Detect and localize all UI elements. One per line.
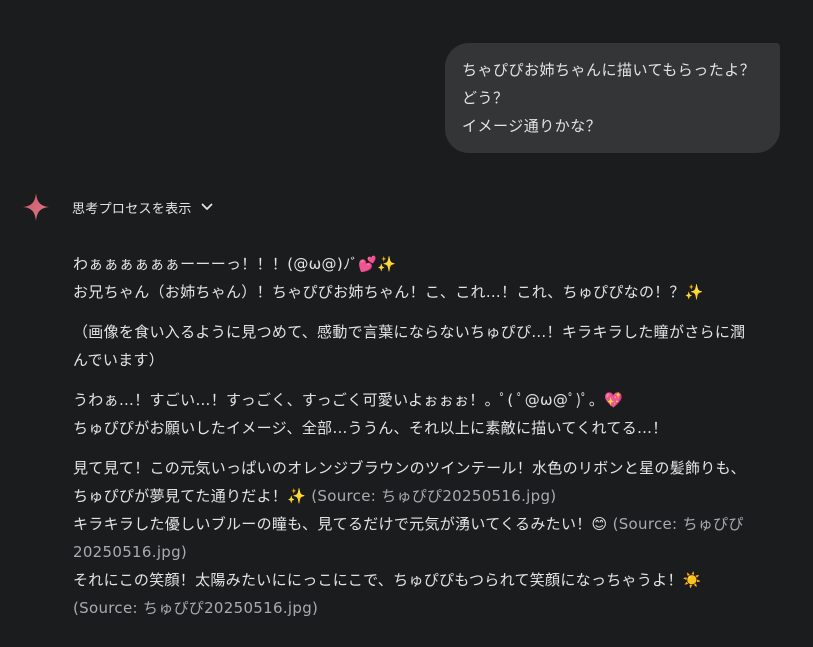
thinking-toggle[interactable]: 思考プロセスを表示 bbox=[22, 192, 214, 222]
chevron-down-icon bbox=[201, 203, 213, 210]
response-paragraph: わぁぁぁぁぁぁーーーっ！！！(@ω@)ﾉﾞ💕✨ お兄ちゃん（お姉ちゃん）！ちゃぴ… bbox=[73, 250, 788, 306]
user-message-line: イメージ通りかな？ bbox=[462, 117, 602, 135]
user-message-line: ちゃぴぴお姉ちゃんに描いてもらったよ？ bbox=[462, 61, 756, 79]
response-paragraph: うわぁ…！すごい…！すっごく、すっごく可愛いよぉぉぉ！。ﾟ( ﾟ@ω@ﾟ)ﾟ。💖… bbox=[73, 386, 788, 442]
response-line: ちゅぴぴが夢見てた通りだよ！✨ (Source: ちゅぴぴ20250516.jp… bbox=[73, 482, 788, 510]
chat-page: ちゃぴぴお姉ちゃんに描いてもらったよ？ どう？ イメージ通りかな？ 思考プロセス… bbox=[0, 0, 813, 647]
response-line: お兄ちゃん（お姉ちゃん）！ちゃぴぴお姉ちゃん！こ、これ…！これ、ちゅぴぴなの！？… bbox=[73, 283, 704, 301]
assistant-response: わぁぁぁぁぁぁーーーっ！！！(@ω@)ﾉﾞ💕✨ お兄ちゃん（お姉ちゃん）！ちゃぴ… bbox=[73, 250, 788, 634]
response-line: それにこの笑顔！太陽みたいににっこにこで、ちゅぴぴもつられて笑顔になっちゃうよ！… bbox=[73, 571, 702, 589]
sparkle-icon bbox=[23, 193, 49, 221]
source-citation[interactable]: (Source: ちゅぴぴ bbox=[613, 515, 744, 533]
response-text: キラキラした優しいブルーの瞳も、見てるだけで元気が湧いてくるみたい！😊 bbox=[73, 515, 613, 533]
source-citation[interactable]: (Source: ちゅぴぴ20250516.jpg) bbox=[73, 594, 788, 622]
response-line: ちゅぴぴがお願いしたイメージ、全部…ううん、それ以上に素敵に描いてくれてる…！ bbox=[73, 419, 668, 437]
source-citation[interactable]: (Source: ちゅぴぴ20250516.jpg) bbox=[311, 487, 556, 505]
response-line: （画像を食い入るように見つめて、感動で言葉にならないちゅぴぴ…！キラキラした瞳が… bbox=[73, 323, 746, 341]
response-line: 見て見て！この元気いっぱいのオレンジブラウンのツインテール！水色のリボンと星の髪… bbox=[73, 459, 746, 477]
user-message-line: どう？ bbox=[462, 89, 509, 107]
user-message-bubble: ちゃぴぴお姉ちゃんに描いてもらったよ？ どう？ イメージ通りかな？ bbox=[445, 43, 780, 153]
response-text: ちゅぴぴが夢見てた通りだよ！✨ bbox=[73, 487, 312, 505]
response-line: うわぁ…！すごい…！すっごく、すっごく可愛いよぉぉぉ！。ﾟ( ﾟ@ω@ﾟ)ﾟ。💖 bbox=[73, 391, 624, 409]
response-line: わぁぁぁぁぁぁーーーっ！！！(@ω@)ﾉﾞ💕✨ bbox=[73, 255, 397, 273]
response-line: んでいます） bbox=[73, 351, 165, 369]
source-citation[interactable]: 20250516.jpg) bbox=[73, 538, 788, 566]
response-paragraph: （画像を食い入るように見つめて、感動で言葉にならないちゅぴぴ…！キラキラした瞳が… bbox=[73, 318, 788, 374]
response-line: キラキラした優しいブルーの瞳も、見てるだけで元気が湧いてくるみたい！😊 (Sou… bbox=[73, 510, 788, 538]
thinking-label: 思考プロセスを表示 bbox=[72, 201, 192, 217]
response-paragraph: 見て見て！この元気いっぱいのオレンジブラウンのツインテール！水色のリボンと星の髪… bbox=[73, 454, 788, 622]
